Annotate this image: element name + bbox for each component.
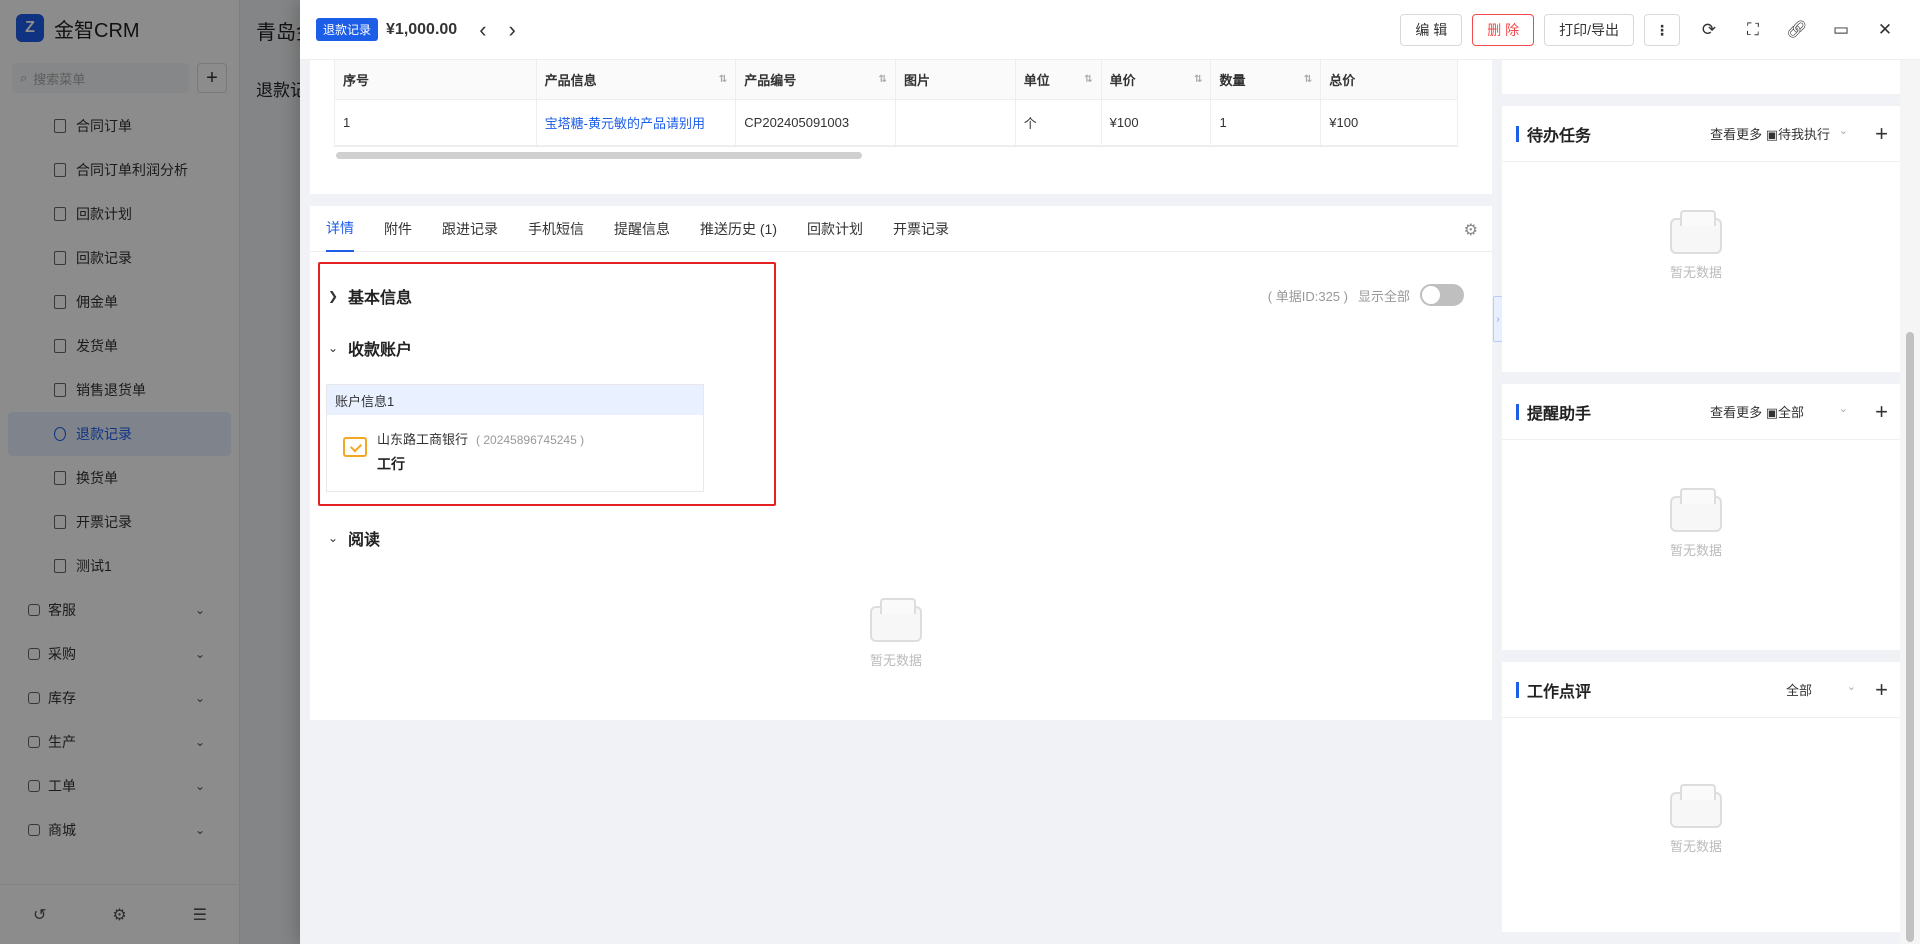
- panel-header: 提醒助手 查看更多 ▣ 全部 ⌄ +: [1502, 384, 1900, 440]
- empty-inbox-icon: [1670, 784, 1722, 828]
- right-top-card: [1502, 60, 1900, 94]
- empty-inbox-icon: [870, 598, 922, 642]
- add-icon[interactable]: +: [1875, 121, 1888, 147]
- highlight-box: [318, 262, 776, 506]
- product-table: 序号 产品信息 ⇅ 产品编号 ⇅ 图片 单位 ⇅ 单价 ⇅ 数量 ⇅ 总价 1 宝塔糖-黄…: [334, 60, 1458, 147]
- review-panel: 工作点评 全部 ⌄ + 暂无数据: [1502, 662, 1900, 932]
- product-table-card: 序号 产品信息 ⇅ 产品编号 ⇅ 图片 单位 ⇅ 单价 ⇅ 数量 ⇅ 总价 1 宝塔糖-黄…: [310, 60, 1492, 194]
- tab-attachments[interactable]: 附件: [384, 206, 412, 252]
- table-cell: ¥100: [1102, 100, 1212, 145]
- column-header[interactable]: 单位 ⇅: [1016, 60, 1102, 99]
- table-cell: 1: [335, 100, 537, 145]
- section-read[interactable]: ⌄ 阅读: [328, 526, 380, 550]
- detail-drawer: 退款记录 ¥1,000.00 ‹ › 编 辑 删 除 打印/导出 ⋮ ⟳ ⛶ 🔗…: [300, 0, 1920, 944]
- panel-title: 待办任务: [1527, 127, 1592, 145]
- table-cell: CP202405091003: [736, 100, 896, 145]
- chevron-down-icon: ⌄: [1838, 125, 1848, 137]
- empty-state: 暂无数据: [870, 598, 922, 669]
- tab-sms[interactable]: 手机短信: [528, 206, 584, 252]
- chevron-down-icon: ⌄: [1846, 681, 1856, 693]
- more-actions-button[interactable]: ⋮: [1644, 14, 1680, 46]
- view-more-link[interactable]: 查看更多 ▣: [1710, 402, 1778, 421]
- sort-icon[interactable]: ⇅: [1084, 74, 1092, 85]
- column-header[interactable]: 单价 ⇅: [1102, 60, 1212, 99]
- record-amount: ¥1,000.00: [386, 20, 458, 38]
- chevron-down-icon: ⌄: [328, 531, 339, 545]
- link-icon[interactable]: 🔗︎: [1782, 14, 1812, 46]
- filter-select[interactable]: 全部 ⌄: [1778, 402, 1848, 421]
- column-header: 总价: [1329, 73, 1356, 88]
- add-icon[interactable]: +: [1875, 677, 1888, 703]
- refresh-icon[interactable]: ⟳: [1694, 14, 1724, 46]
- sort-icon[interactable]: ⇅: [719, 74, 727, 85]
- panel-header: 工作点评 全部 ⌄ +: [1502, 662, 1900, 718]
- tab-push-history[interactable]: 推送历史 (1): [700, 206, 777, 252]
- close-icon[interactable]: ✕: [1870, 14, 1900, 46]
- filter-select[interactable]: 全部 ⌄: [1786, 680, 1856, 699]
- prev-record-icon[interactable]: ‹: [479, 18, 486, 41]
- detail-tabs: 详情 附件 跟进记录 手机短信 提醒信息 推送历史 (1) 回款计划 开票记录: [310, 206, 1492, 252]
- doc-id: ( 单据ID:325 ): [1267, 288, 1348, 304]
- app-root: Z 金智CRM ⌕ 搜索菜单 + 合同订单 合同订单利润分析 回款计划 回款记录 …: [0, 0, 1920, 944]
- column-header: 序号: [335, 60, 537, 99]
- empty-state: 暂无数据: [1670, 210, 1722, 281]
- column-header[interactable]: 产品信息 ⇅: [537, 60, 737, 99]
- print-export-button[interactable]: 打印/导出: [1544, 14, 1634, 46]
- tab-follow-up[interactable]: 跟进记录: [442, 206, 498, 252]
- table-header: 序号 产品信息 ⇅ 产品编号 ⇅ 图片 单位 ⇅ 单价 ⇅ 数量 ⇅ 总价: [335, 60, 1457, 100]
- delete-button[interactable]: 删 除: [1472, 14, 1535, 46]
- reminder-panel: 提醒助手 查看更多 ▣ 全部 ⌄ + 暂无数据: [1502, 384, 1900, 650]
- column-header: 图片: [896, 60, 1016, 99]
- column-header[interactable]: 数量 ⇅: [1211, 60, 1322, 99]
- detail-card: 详情 附件 跟进记录 手机短信 提醒信息 推送历史 (1) 回款计划 开票记录 …: [310, 206, 1492, 720]
- add-icon[interactable]: +: [1875, 399, 1888, 425]
- accent-bar: [1516, 403, 1519, 420]
- chevron-down-icon: ⌄: [1838, 403, 1848, 415]
- table-row[interactable]: 1 宝塔糖-黄元敏的产品请别用 CP202405091003 个 ¥100 1 …: [335, 100, 1457, 146]
- tab-invoices[interactable]: 开票记录: [893, 206, 949, 252]
- table-cell: 个: [1016, 100, 1102, 145]
- book-icon: ▣: [1765, 127, 1778, 142]
- filter-select[interactable]: 待我执行 ⌄: [1778, 124, 1848, 143]
- accent-bar: [1516, 681, 1519, 698]
- edit-button[interactable]: 编 辑: [1400, 14, 1463, 46]
- sort-icon[interactable]: ⇅: [1194, 74, 1202, 85]
- tab-payment-plan[interactable]: 回款计划: [807, 206, 863, 252]
- sort-icon[interactable]: ⇅: [879, 74, 887, 85]
- sort-icon[interactable]: ⇅: [1304, 74, 1312, 85]
- column-header[interactable]: 产品编号 ⇅: [736, 60, 896, 99]
- empty-inbox-icon: [1670, 210, 1722, 254]
- scrollbar-thumb[interactable]: [1906, 332, 1914, 942]
- todo-panel: 待办任务 查看更多 ▣ 待我执行 ⌄ + 暂无数据: [1502, 106, 1900, 372]
- drawer-scrollbar[interactable]: [1900, 60, 1920, 944]
- next-record-icon[interactable]: ›: [509, 18, 516, 41]
- empty-state: 暂无数据: [1670, 784, 1722, 855]
- book-icon: ▣: [1765, 405, 1778, 420]
- header-actions: 编 辑 删 除 打印/导出 ⋮ ⟳ ⛶ 🔗︎ ▭ ✕: [1400, 14, 1900, 46]
- table-cell: 1: [1211, 100, 1322, 145]
- table-scrollbar[interactable]: [336, 152, 862, 159]
- panel-header: 待办任务 查看更多 ▣ 待我执行 ⌄ +: [1502, 106, 1900, 162]
- table-cell: ¥100: [1329, 115, 1359, 130]
- panel-title: 工作点评: [1527, 683, 1592, 701]
- accent-bar: [1516, 125, 1519, 142]
- show-all-toggle[interactable]: [1420, 284, 1464, 306]
- table-cell: [896, 100, 1016, 145]
- toggle-knob: [1422, 286, 1440, 304]
- product-link[interactable]: 宝塔糖-黄元敏的产品请别用: [537, 100, 737, 145]
- view-more-link[interactable]: 查看更多 ▣: [1710, 124, 1778, 143]
- layout-icon[interactable]: ▭: [1826, 14, 1856, 46]
- tab-reminders[interactable]: 提醒信息: [614, 206, 670, 252]
- fullscreen-icon[interactable]: ⛶: [1738, 14, 1768, 46]
- show-all-label: 显示全部: [1357, 288, 1410, 304]
- record-type-badge: 退款记录: [316, 18, 379, 41]
- gear-icon[interactable]: ⚙: [1464, 220, 1478, 240]
- empty-state: 暂无数据: [1670, 488, 1722, 559]
- doc-info: ( 单据ID:325 ) 显示全部: [1268, 284, 1464, 306]
- drawer-header: 退款记录 ¥1,000.00 ‹ › 编 辑 删 除 打印/导出 ⋮ ⟳ ⛶ 🔗…: [300, 0, 1920, 60]
- panel-title: 提醒助手: [1527, 405, 1592, 423]
- tab-details[interactable]: 详情: [326, 206, 354, 252]
- empty-inbox-icon: [1670, 488, 1722, 532]
